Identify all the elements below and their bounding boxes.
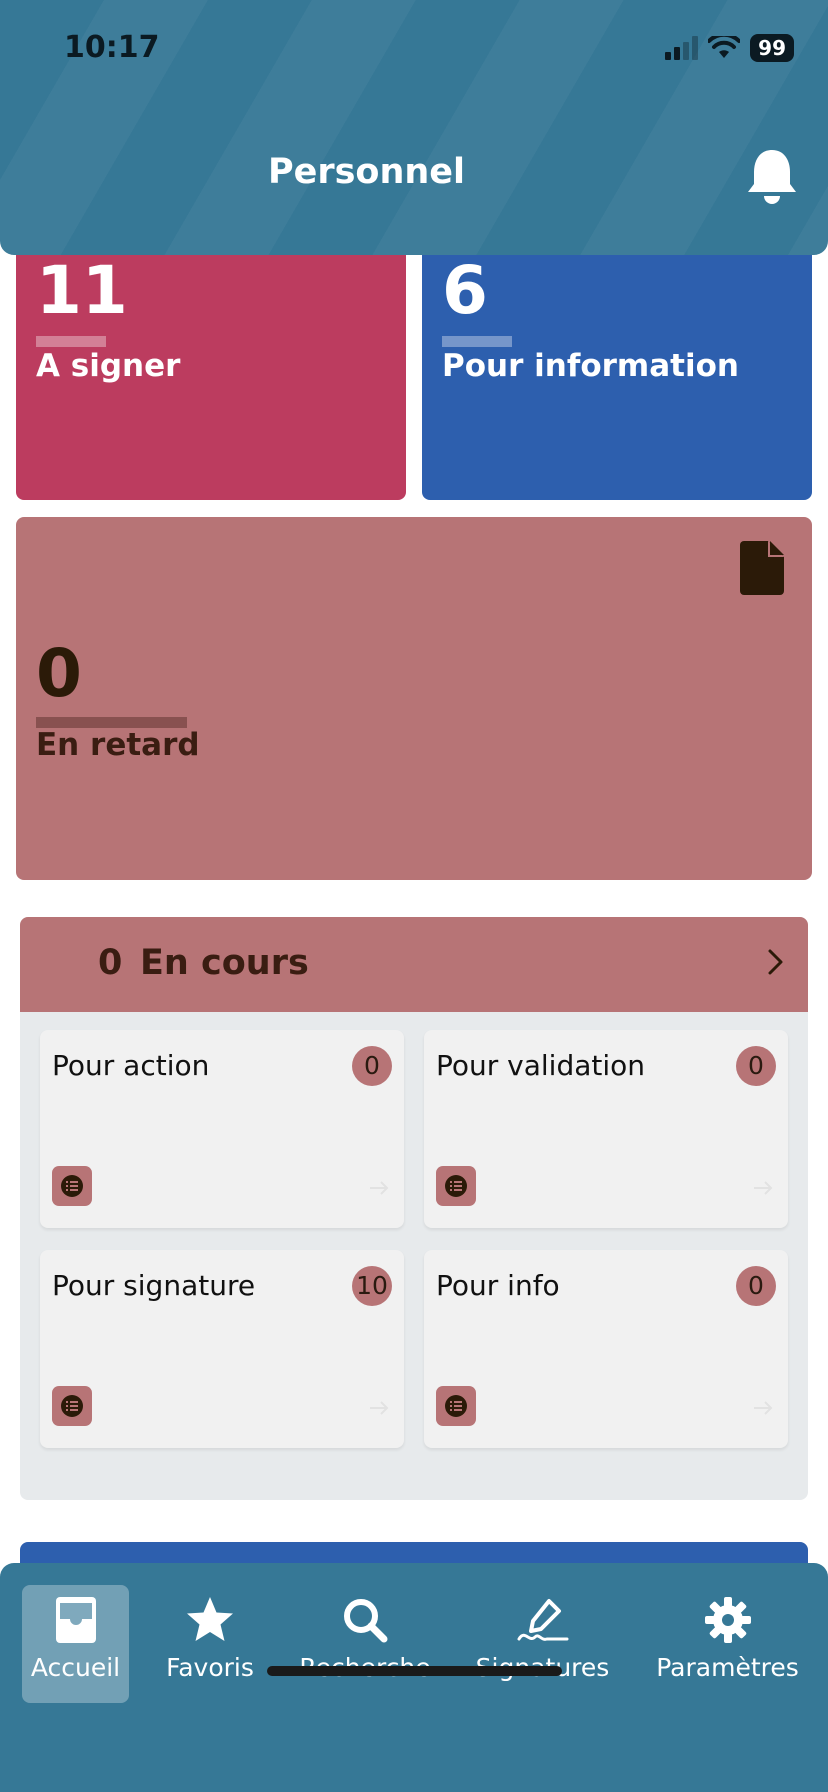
tile-en-retard[interactable]: 0 En retard [16,517,812,880]
tile-label: A signer [36,348,181,384]
nav-label: Paramètres [656,1653,799,1682]
nav-accueil[interactable]: Accueil [22,1595,129,1682]
document-icon [740,541,784,595]
count-badge: 10 [352,1266,392,1306]
count-badge: 0 [736,1046,776,1086]
card-pour-signature[interactable]: Pour signature 10 [40,1250,404,1448]
nav-label: Accueil [30,1653,121,1682]
card-title: Pour info [436,1269,560,1302]
tile-label: En retard [36,727,200,763]
en-cours-panel: Pour action 0 Pour validation 0 Pour sig… [20,1012,808,1500]
card-title: Pour signature [52,1269,256,1302]
card-pour-info[interactable]: Pour info 0 [424,1250,788,1448]
app-header: 10:17 99 Personnel [0,0,828,255]
home-indicator [267,1666,562,1676]
card-title: Pour action [52,1049,210,1082]
list-icon [61,1175,83,1197]
chevron-right-icon [768,949,783,975]
tile-label: Pour information [442,348,739,384]
en-cours-title: En cours [140,943,309,983]
count-badge: 0 [352,1046,392,1086]
tile-count: 11 [36,252,128,329]
bottom-nav: Accueil Favoris Recherche Signatures [0,1563,828,1792]
count-badge: 0 [736,1266,776,1306]
star-icon [187,1597,233,1641]
en-cours-count: 0 [98,943,123,983]
nav-parametres[interactable]: Paramètres [650,1595,805,1682]
card-title: Pour validation [436,1049,646,1082]
list-icon [445,1395,467,1417]
arrow-right-icon[interactable] [752,1400,774,1416]
battery-indicator: 99 [750,34,794,62]
nav-label: Favoris [166,1653,254,1682]
list-icon [445,1175,467,1197]
tile-underline [442,336,512,347]
status-indicators: 99 [665,34,794,62]
status-time: 10:17 [64,30,160,65]
tile-count: 0 [36,635,82,712]
search-icon [344,1599,388,1643]
arrow-right-icon[interactable] [368,1180,390,1196]
list-icon [61,1395,83,1417]
card-pour-action[interactable]: Pour action 0 [40,1030,404,1228]
tile-underline [36,336,106,347]
arrow-right-icon[interactable] [368,1400,390,1416]
arrow-right-icon[interactable] [752,1180,774,1196]
wifi-icon [708,36,741,58]
signature-icon [517,1599,568,1641]
card-pour-validation[interactable]: Pour validation 0 [424,1030,788,1228]
tile-count: 6 [442,252,488,329]
cellular-signal-icon [665,36,699,60]
gear-icon [704,1597,751,1643]
nav-favoris[interactable]: Favoris [150,1595,270,1682]
list-button[interactable] [52,1166,92,1206]
page-title: Personnel [267,152,466,192]
list-button[interactable] [52,1386,92,1426]
list-button[interactable] [436,1386,476,1426]
list-button[interactable] [436,1166,476,1206]
bell-icon[interactable] [744,146,800,208]
en-cours-header[interactable]: 0 En cours [20,917,808,1012]
inbox-icon [55,1597,96,1643]
